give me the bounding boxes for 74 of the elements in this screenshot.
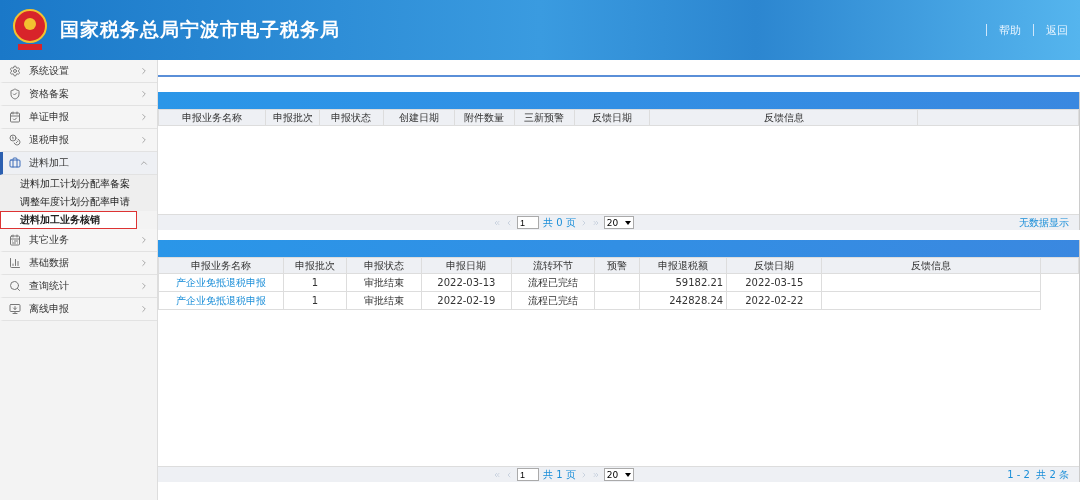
- table-cell: 审批结束: [346, 273, 422, 292]
- first-page-icon[interactable]: [493, 218, 501, 227]
- record-summary: 1 - 2 共 2 条: [1007, 467, 1069, 482]
- column-header: 反馈日期: [574, 109, 650, 126]
- page-size-select[interactable]: 20: [603, 216, 634, 229]
- table-cell: [594, 291, 640, 310]
- column-header: 反馈信息: [649, 109, 918, 126]
- chevron-right-icon: [139, 258, 149, 268]
- table-cell: 流程已完结: [511, 291, 595, 310]
- table-cell: 2022-02-22: [726, 291, 822, 310]
- column-header: 申报批次: [265, 109, 320, 126]
- table-cell: 242828.24: [639, 291, 727, 310]
- chevron-right-icon: [139, 66, 149, 76]
- column-header: 预警: [594, 257, 640, 274]
- previous-page-icon[interactable]: [505, 470, 513, 479]
- column-header: 申报状态: [346, 257, 422, 274]
- chevron-right-icon: [139, 112, 149, 122]
- table-cell: 1: [283, 291, 347, 310]
- table-cell: 审批结束: [346, 291, 422, 310]
- table-cell: 2022-03-13: [421, 273, 512, 292]
- chevron-up-icon: [139, 158, 149, 168]
- column-header: 三新预警: [514, 109, 575, 126]
- column-header: 申报业务名称: [158, 109, 266, 126]
- page-size-select[interactable]: 20: [603, 468, 634, 481]
- column-header: 申报退税额: [639, 257, 727, 274]
- sidebar-item[interactable]: 进料加工: [0, 152, 157, 175]
- column-header-blank: [1040, 257, 1079, 274]
- sidebar-subitem[interactable]: 进料加工业务核销: [0, 211, 137, 229]
- page-input[interactable]: 1: [517, 216, 539, 229]
- record-summary: 无数据显示: [1019, 215, 1069, 230]
- table-cell: 2022-02-19: [421, 291, 512, 310]
- site-title: 国家税务总局宁波市电子税务局: [60, 17, 341, 42]
- calendar-icon: [9, 234, 21, 246]
- column-header: 申报业务名称: [158, 257, 284, 274]
- page-count: 共 1 页: [543, 467, 576, 482]
- table-cell: 59182.21: [639, 273, 727, 292]
- row-link[interactable]: 产企业免抵退税申报: [158, 273, 284, 292]
- emblem-icon: [12, 8, 48, 52]
- column-header: 反馈信息: [821, 257, 1041, 274]
- chevron-right-icon: [139, 281, 149, 291]
- table-cell: 流程已完结: [511, 273, 595, 292]
- column-header: 申报状态: [319, 109, 384, 126]
- table-cell: 1: [283, 273, 347, 292]
- table-cell: [594, 273, 640, 292]
- column-header: 反馈日期: [726, 257, 822, 274]
- page-input[interactable]: 1: [517, 468, 539, 481]
- chevron-right-icon: [139, 304, 149, 314]
- bar-chart-icon: [9, 257, 21, 269]
- last-page-icon[interactable]: [591, 470, 600, 479]
- search-icon: [9, 280, 21, 292]
- first-page-icon[interactable]: [493, 470, 501, 479]
- briefcase-icon: [9, 157, 21, 169]
- gear-icon: [9, 65, 21, 77]
- dropdown-caret-icon: [624, 472, 631, 477]
- previous-page-icon[interactable]: [505, 218, 513, 227]
- column-header: 创建日期: [383, 109, 455, 126]
- calendar-check-icon: [9, 111, 21, 123]
- sidebar-subitem[interactable]: 进料加工计划分配率备案: [0, 175, 157, 193]
- column-header: 流转环节: [511, 257, 595, 274]
- chevron-right-icon: [139, 135, 149, 145]
- last-page-icon[interactable]: [591, 218, 600, 227]
- sidebar-subitem[interactable]: 调整年度计划分配率申请: [0, 193, 157, 211]
- column-header: 申报日期: [421, 257, 512, 274]
- chevron-right-icon: [139, 89, 149, 99]
- column-header: 附件数量: [454, 109, 515, 126]
- shield-check-icon: [9, 88, 21, 100]
- dropdown-caret-icon: [624, 220, 631, 225]
- chevron-right-icon: [139, 235, 149, 245]
- page-count: 共 0 页: [543, 215, 576, 230]
- table-cell: 2022-03-15: [726, 273, 822, 292]
- column-header: 申报批次: [283, 257, 347, 274]
- monitor-icon: [9, 303, 21, 315]
- row-link[interactable]: 产企业免抵退税申报: [158, 291, 284, 310]
- coin-icon: [9, 134, 21, 146]
